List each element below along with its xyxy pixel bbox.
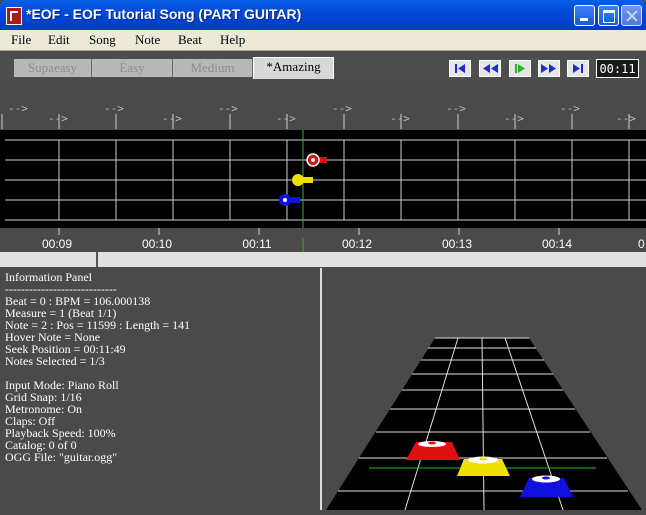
info-notes-selected: Notes Selected = 1/3 <box>5 354 105 368</box>
menu-note[interactable]: Note <box>135 32 160 48</box>
beat-marker: --> <box>8 102 28 115</box>
beat-marker: --> <box>276 112 296 125</box>
seek-to-end-button[interactable] <box>567 60 589 77</box>
fast-forward-button[interactable] <box>538 60 560 77</box>
svg-text:0: 0 <box>638 237 645 251</box>
rewind-icon <box>483 64 498 73</box>
beat-marker: --> <box>390 112 410 125</box>
piano-roll[interactable]: --> --> --> --> --> --> --> --> --> --> … <box>0 81 646 267</box>
time-label: 00:14 <box>542 237 572 251</box>
tab-medium[interactable]: Medium <box>173 59 253 77</box>
info-ogg-file: OGG File: "guitar.ogg" <box>5 450 118 464</box>
beat-marker: --> <box>446 102 466 115</box>
beat-marker: --> <box>48 112 68 125</box>
tab-amazing[interactable]: *Amazing <box>253 57 334 79</box>
3d-preview-panel <box>324 268 642 511</box>
play-button[interactable] <box>509 60 531 77</box>
skip-forward-icon <box>573 64 583 73</box>
note-editor[interactable]: --> --> --> --> --> --> --> --> --> --> … <box>0 81 646 267</box>
close-button[interactable] <box>621 5 642 26</box>
preview-note-yellow <box>457 456 510 476</box>
application-window: *EOF - EOF Tutorial Song (PART GUITAR) F… <box>0 0 646 512</box>
scrollbar-thumb[interactable] <box>96 252 98 267</box>
menu-help[interactable]: Help <box>220 32 245 48</box>
time-label: 00:09 <box>42 237 72 251</box>
menu-file[interactable]: File <box>11 32 31 48</box>
information-panel: Information Panel ----------------------… <box>2 268 322 510</box>
beat-marker: --> <box>162 112 182 125</box>
beat-marker: --> <box>560 102 580 115</box>
maximize-button[interactable] <box>598 5 619 26</box>
time-label: 00:12 <box>342 237 372 251</box>
minimize-button[interactable] <box>574 5 595 26</box>
beat-marker: --> <box>218 102 238 115</box>
menu-beat[interactable]: Beat <box>178 32 202 48</box>
beat-marker: --> <box>332 102 352 115</box>
time-label: 00:11 <box>242 237 271 251</box>
menu-edit[interactable]: Edit <box>48 32 70 48</box>
window-title: *EOF - EOF Tutorial Song (PART GUITAR) <box>26 6 302 22</box>
skip-back-icon <box>455 64 465 73</box>
fast-forward-icon <box>541 64 556 73</box>
beat-marker: --> <box>504 112 524 125</box>
menu-bar: File Edit Song Note Beat Help <box>0 30 646 51</box>
rewind-button[interactable] <box>479 60 501 77</box>
tab-supaeasy[interactable]: Supaeasy <box>14 59 92 77</box>
toolbar: Supaeasy Easy Medium *Amazing 00:11 <box>0 51 646 81</box>
time-label: 00:10 <box>142 237 172 251</box>
app-icon <box>6 7 22 25</box>
play-icon <box>515 64 525 73</box>
rewind-to-start-button[interactable] <box>449 60 471 77</box>
beat-marker: --> <box>104 102 124 115</box>
menu-song[interactable]: Song <box>89 32 116 48</box>
beat-marker: --> <box>616 112 636 125</box>
tab-easy[interactable]: Easy <box>92 59 173 77</box>
time-display: 00:11 <box>596 59 639 78</box>
3d-highway <box>324 268 642 511</box>
title-bar[interactable]: *EOF - EOF Tutorial Song (PART GUITAR) <box>0 0 646 30</box>
time-label: 00:13 <box>442 237 472 251</box>
